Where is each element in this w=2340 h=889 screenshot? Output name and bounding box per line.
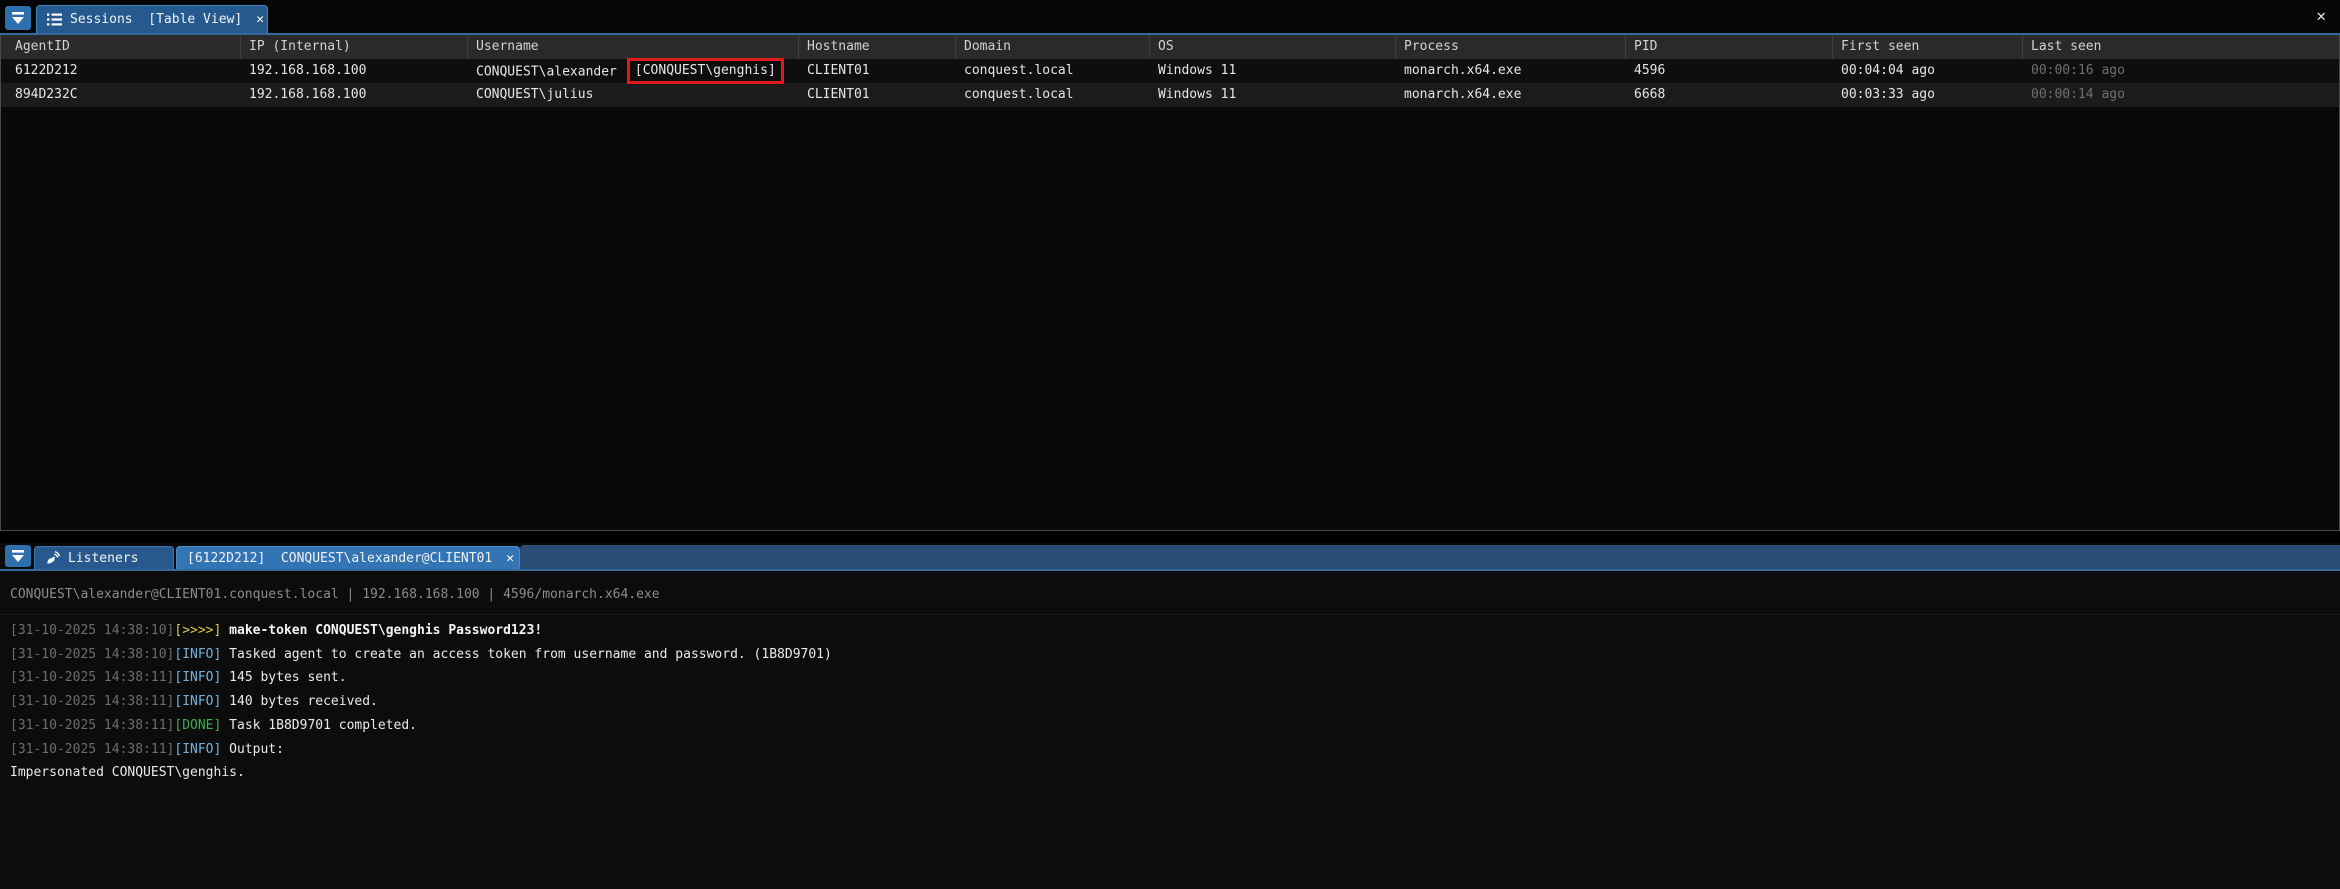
console-line: [31-10-2025 14:38:10][INFO] Tasked agent… bbox=[10, 643, 2330, 667]
log-tag: [INFO] bbox=[174, 742, 221, 757]
cell-first-seen: 00:04:04 ago bbox=[1833, 59, 2023, 85]
tab-listeners[interactable]: Listeners bbox=[34, 546, 174, 569]
column-header-domain[interactable]: Domain bbox=[956, 35, 1150, 59]
log-timestamp: [31-10-2025 14:38:11] bbox=[10, 670, 174, 685]
collapse-tabs-button[interactable] bbox=[5, 6, 31, 30]
log-message: 140 bytes received. bbox=[229, 694, 378, 709]
table-view-icon bbox=[47, 13, 62, 26]
cell-agentid: 894D232C bbox=[1, 83, 241, 107]
collapse-console-tabs-button[interactable] bbox=[5, 545, 31, 567]
console-log[interactable]: [31-10-2025 14:38:10][>>>>] make-token C… bbox=[0, 615, 2340, 785]
cell-first-seen: 00:03:33 ago bbox=[1833, 83, 2023, 107]
column-header-process[interactable]: Process bbox=[1396, 35, 1626, 59]
sessions-tab-label: Sessions [Table View] bbox=[70, 12, 242, 27]
session-row[interactable]: 894D232C192.168.168.100 CONQUEST\julius CL… bbox=[1, 83, 2339, 107]
column-header-pid[interactable]: PID bbox=[1626, 35, 1833, 59]
log-tag: [DONE] bbox=[174, 718, 221, 733]
collapse-icon bbox=[11, 12, 25, 24]
cell-hostname: CLIENT01 bbox=[799, 59, 956, 85]
column-header-ip-internal-[interactable]: IP (Internal) bbox=[241, 35, 468, 59]
console-line: [31-10-2025 14:38:11][DONE] Task 1B8D970… bbox=[10, 714, 2330, 738]
console-tabbar: Listeners [6122D212] CONQUEST\alexander@… bbox=[0, 543, 2340, 571]
tab-agent-console[interactable]: [6122D212] CONQUEST\alexander@CLIENT01 ✕ bbox=[176, 546, 520, 569]
sessions-table-header: AgentIDIP (Internal)UsernameHostnameDoma… bbox=[1, 35, 2339, 59]
console-line: [31-10-2025 14:38:10][>>>>] make-token C… bbox=[10, 619, 2330, 643]
username-text: CONQUEST\julius bbox=[476, 87, 593, 102]
console-line: [31-10-2025 14:38:11][INFO] Output: bbox=[10, 738, 2330, 762]
log-tag: [>>>>] bbox=[174, 623, 221, 638]
sessions-tabbar: Sessions [Table View] ✕ ✕ bbox=[0, 0, 2340, 35]
column-header-first-seen[interactable]: First seen bbox=[1833, 35, 2023, 59]
agent-tab-label: [6122D212] CONQUEST\alexander@CLIENT01 bbox=[187, 551, 492, 566]
cell-os: Windows 11 bbox=[1150, 83, 1396, 107]
session-info: CONQUEST\alexander@CLIENT01.conquest.loc… bbox=[0, 571, 2340, 615]
cell-hostname: CLIENT01 bbox=[799, 83, 956, 107]
log-message: Output: bbox=[229, 742, 284, 757]
listeners-tab-label: Listeners bbox=[68, 551, 138, 566]
log-message: Tasked agent to create an access token f… bbox=[229, 647, 832, 662]
cell-username: CONQUEST\julius bbox=[468, 83, 799, 107]
log-timestamp: [31-10-2025 14:38:11] bbox=[10, 694, 174, 709]
log-message: make-token CONQUEST\genghis Password123! bbox=[229, 623, 542, 638]
log-tag: [INFO] bbox=[174, 694, 221, 709]
tabbar-filler bbox=[520, 545, 2340, 569]
cell-last-seen: 00:00:14 ago bbox=[2023, 83, 2339, 107]
cell-domain: conquest.local bbox=[956, 59, 1150, 85]
column-header-last-seen[interactable]: Last seen bbox=[2023, 35, 2339, 59]
username-text: CONQUEST\alexander bbox=[476, 65, 617, 80]
cell-os: Windows 11 bbox=[1150, 59, 1396, 85]
log-tag: [INFO] bbox=[174, 647, 221, 662]
sessions-table-body: 6122D212192.168.168.100CONQUEST\alexande… bbox=[1, 59, 2339, 107]
cell-last-seen: 00:00:16 ago bbox=[2023, 59, 2339, 85]
log-message: 145 bytes sent. bbox=[229, 670, 346, 685]
console-line: Impersonated CONQUEST\genghis. bbox=[10, 761, 2330, 785]
column-header-os[interactable]: OS bbox=[1150, 35, 1396, 59]
cell-username: CONQUEST\alexander [CONQUEST\genghis] bbox=[468, 59, 799, 85]
close-panel-icon[interactable]: ✕ bbox=[2316, 6, 2326, 25]
cell-pid: 4596 bbox=[1626, 59, 1833, 85]
tab-sessions-table-view[interactable]: Sessions [Table View] ✕ bbox=[36, 5, 268, 33]
console-line: [31-10-2025 14:38:11][INFO] 140 bytes re… bbox=[10, 690, 2330, 714]
collapse-icon bbox=[11, 550, 25, 562]
column-header-agentid[interactable]: AgentID bbox=[1, 35, 241, 59]
listeners-icon bbox=[45, 551, 60, 566]
column-header-hostname[interactable]: Hostname bbox=[799, 35, 956, 59]
close-agent-tab-icon[interactable]: ✕ bbox=[506, 551, 514, 566]
close-sessions-tab-icon[interactable]: ✕ bbox=[256, 12, 264, 27]
console-line: [31-10-2025 14:38:11][INFO] 145 bytes se… bbox=[10, 666, 2330, 690]
sessions-table: AgentIDIP (Internal)UsernameHostnameDoma… bbox=[0, 35, 2340, 531]
column-header-username[interactable]: Username bbox=[468, 35, 799, 59]
cell-pid: 6668 bbox=[1626, 83, 1833, 107]
log-timestamp: [31-10-2025 14:38:10] bbox=[10, 623, 174, 638]
cell-process: monarch.x64.exe bbox=[1396, 59, 1626, 85]
cell-process: monarch.x64.exe bbox=[1396, 83, 1626, 107]
log-timestamp: [31-10-2025 14:38:11] bbox=[10, 742, 174, 757]
log-message: Impersonated CONQUEST\genghis. bbox=[10, 765, 245, 780]
cell-agentid: 6122D212 bbox=[1, 59, 241, 85]
session-row[interactable]: 6122D212192.168.168.100CONQUEST\alexande… bbox=[1, 59, 2339, 83]
cell-domain: conquest.local bbox=[956, 83, 1150, 107]
log-timestamp: [31-10-2025 14:38:10] bbox=[10, 647, 174, 662]
log-message: Task 1B8D9701 completed. bbox=[229, 718, 417, 733]
log-tag: [INFO] bbox=[174, 670, 221, 685]
impersonation-highlight-box: [CONQUEST\genghis] bbox=[627, 58, 784, 84]
cell-ip: 192.168.168.100 bbox=[241, 83, 468, 107]
cell-ip: 192.168.168.100 bbox=[241, 59, 468, 85]
log-timestamp: [31-10-2025 14:38:11] bbox=[10, 718, 174, 733]
agent-console: CONQUEST\alexander@CLIENT01.conquest.loc… bbox=[0, 571, 2340, 889]
